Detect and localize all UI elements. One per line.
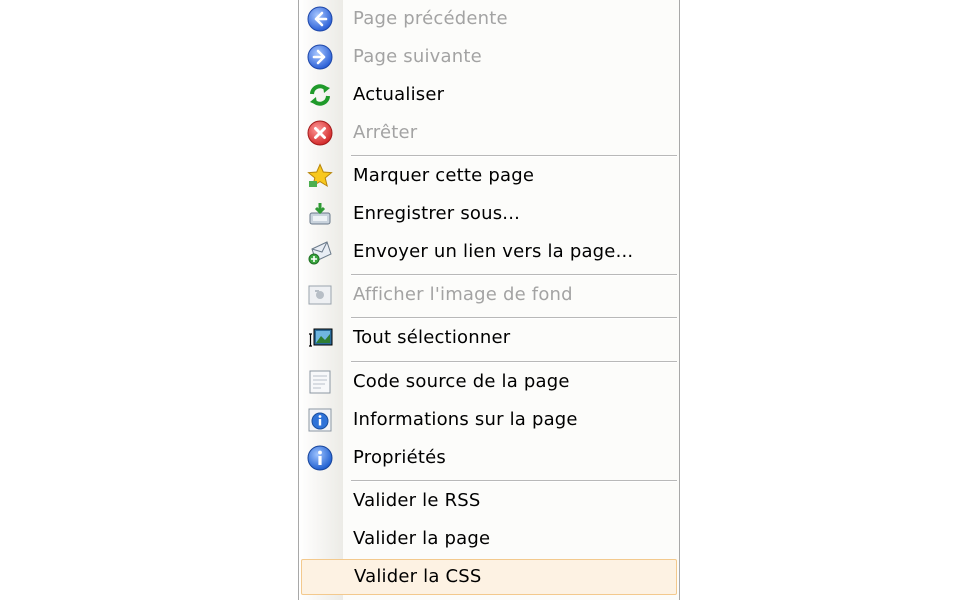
menu-item-save-as[interactable]: Enregistrer sous... xyxy=(301,196,677,232)
menu-item-properties[interactable]: Propriétés xyxy=(301,440,677,476)
menu-item-view-background[interactable]: Afficher l'image de fond xyxy=(301,277,677,313)
menu-item-label: Tout sélectionner xyxy=(353,327,511,348)
menu-item-forward[interactable]: Page suivante xyxy=(301,39,677,75)
menu-separator xyxy=(351,361,677,363)
menu-item-label: Arrêter xyxy=(353,122,418,143)
context-menu: Page précédente Page suivante Actualiser… xyxy=(298,0,680,600)
menu-item-send-link[interactable]: Envoyer un lien vers la page... xyxy=(301,234,677,270)
properties-icon xyxy=(307,445,333,471)
menu-item-validate-rss[interactable]: Valider le RSS xyxy=(301,483,677,519)
menu-separator xyxy=(351,317,677,319)
menu-item-page-source[interactable]: Code source de la page xyxy=(301,364,677,400)
save-icon xyxy=(307,201,333,227)
menu-item-select-all[interactable]: Tout sélectionner xyxy=(301,320,677,356)
page-source-icon xyxy=(307,369,333,395)
refresh-icon xyxy=(307,82,333,108)
forward-arrow-icon xyxy=(307,44,333,70)
menu-item-label: Enregistrer sous... xyxy=(353,203,521,224)
bookmark-star-icon xyxy=(307,163,333,189)
stop-icon xyxy=(307,120,333,146)
menu-item-label: Actualiser xyxy=(353,84,445,105)
menu-item-label: Page précédente xyxy=(353,8,508,29)
menu-item-label: Valider la CSS xyxy=(354,566,482,587)
menu-item-label: Page suivante xyxy=(353,46,482,67)
back-arrow-icon xyxy=(307,6,333,32)
menu-item-label: Valider la page xyxy=(353,528,491,549)
menu-separator xyxy=(351,155,677,157)
select-all-icon xyxy=(307,325,333,351)
background-image-icon xyxy=(307,282,333,308)
menu-item-validate-css[interactable]: Valider la CSS xyxy=(301,559,677,595)
menu-item-label: Afficher l'image de fond xyxy=(353,284,573,305)
menu-item-label: Marquer cette page xyxy=(353,165,535,186)
menu-item-refresh[interactable]: Actualiser xyxy=(301,77,677,113)
menu-item-back[interactable]: Page précédente xyxy=(301,1,677,37)
menu-item-bookmark[interactable]: Marquer cette page xyxy=(301,158,677,194)
page-info-icon xyxy=(307,407,333,433)
menu-item-label: Code source de la page xyxy=(353,371,570,392)
send-link-icon xyxy=(307,239,333,265)
menu-separator xyxy=(351,480,677,482)
menu-item-label: Propriétés xyxy=(353,447,446,468)
menu-item-label: Informations sur la page xyxy=(353,409,578,430)
menu-item-validate-page[interactable]: Valider la page xyxy=(301,521,677,557)
menu-separator xyxy=(351,274,677,276)
menu-item-label: Envoyer un lien vers la page... xyxy=(353,241,634,262)
menu-item-label: Valider le RSS xyxy=(353,490,481,511)
menu-item-page-info[interactable]: Informations sur la page xyxy=(301,402,677,438)
menu-item-stop[interactable]: Arrêter xyxy=(301,115,677,151)
